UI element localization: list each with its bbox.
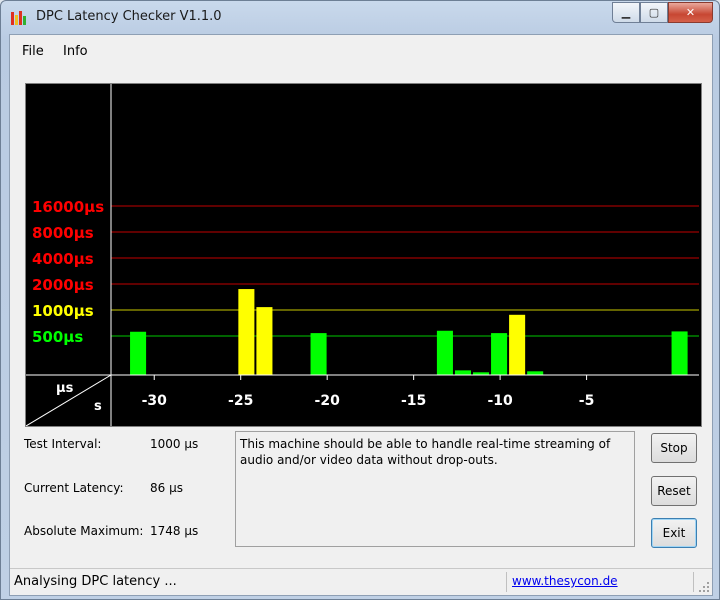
test-interval-value: 1000 µs: [150, 437, 199, 451]
latency-bar: [238, 289, 255, 375]
absolute-maximum-value: 1748 µs: [150, 524, 199, 538]
client-area: File Info 16000µs 8000µs 4000µs 2000µs 1000µ…: [9, 34, 713, 596]
resize-grip-icon[interactable]: [698, 581, 710, 593]
x-axis-unit: s: [94, 399, 102, 414]
latency-bar: [509, 314, 526, 375]
x-tick-label: -5: [579, 393, 595, 409]
y-tick-label: 500µs: [32, 328, 83, 346]
status-text: Analysing DPC latency ...: [14, 574, 177, 589]
y-tick-label: 4000µs: [32, 250, 94, 268]
current-latency-label: Current Latency:: [24, 481, 124, 495]
latency-bar: [130, 331, 147, 375]
minimize-icon: ▁: [621, 6, 631, 19]
y-axis-unit: µs: [56, 381, 74, 396]
absolute-maximum-label: Absolute Maximum:: [24, 524, 144, 538]
latency-bar: [671, 331, 688, 375]
maximize-icon: ▢: [648, 6, 660, 19]
latency-bar: [454, 370, 471, 375]
y-tick-label: 8000µs: [32, 224, 94, 242]
close-icon: ✕: [685, 6, 696, 19]
x-tick-label: -10: [487, 393, 513, 409]
x-tick-label: -25: [228, 393, 253, 409]
status-bar: Analysing DPC latency ... www.thesycon.d…: [10, 568, 712, 595]
window-title: DPC Latency Checker V1.1.0: [36, 9, 222, 24]
latency-chart-svg: 16000µs 8000µs 4000µs 2000µs 1000µs 500µs µs s -…: [25, 84, 699, 427]
status-message-box: This machine should be able to handle re…: [235, 431, 635, 547]
app-icon: [11, 11, 26, 25]
exit-button[interactable]: Exit: [651, 518, 697, 548]
x-tick-label: -15: [401, 393, 426, 409]
stop-button[interactable]: Stop: [651, 433, 697, 463]
current-latency-value: 86 µs: [150, 481, 183, 495]
latency-bar: [256, 307, 273, 375]
y-tick-label: 1000µs: [32, 302, 94, 320]
menu-info[interactable]: Info: [63, 44, 88, 59]
minimize-button[interactable]: ▁: [612, 2, 640, 23]
x-tick-label: -30: [142, 393, 168, 409]
reset-button[interactable]: Reset: [651, 476, 697, 506]
x-tick-label: -20: [315, 393, 341, 409]
maximize-button[interactable]: ▢: [640, 2, 668, 23]
test-interval-label: Test Interval:: [24, 437, 102, 451]
latency-bar: [310, 333, 327, 375]
y-tick-label: 2000µs: [32, 276, 94, 294]
website-link[interactable]: www.thesycon.de: [512, 574, 618, 588]
latency-bar: [491, 333, 508, 375]
status-separator: [506, 572, 507, 592]
latency-bar: [436, 330, 453, 375]
app-window: DPC Latency Checker V1.1.0 ▁ ▢ ✕ File In…: [0, 0, 720, 600]
latency-bar: [527, 371, 544, 375]
latency-chart: 16000µs 8000µs 4000µs 2000µs 1000µs 500µs µs s -…: [25, 83, 702, 427]
y-tick-label: 16000µs: [32, 198, 104, 216]
menu-bar: File Info: [10, 35, 712, 69]
close-button[interactable]: ✕: [668, 2, 713, 23]
menu-file[interactable]: File: [22, 44, 44, 59]
title-bar[interactable]: DPC Latency Checker V1.1.0 ▁ ▢ ✕: [1, 1, 719, 34]
status-separator: [693, 572, 694, 592]
